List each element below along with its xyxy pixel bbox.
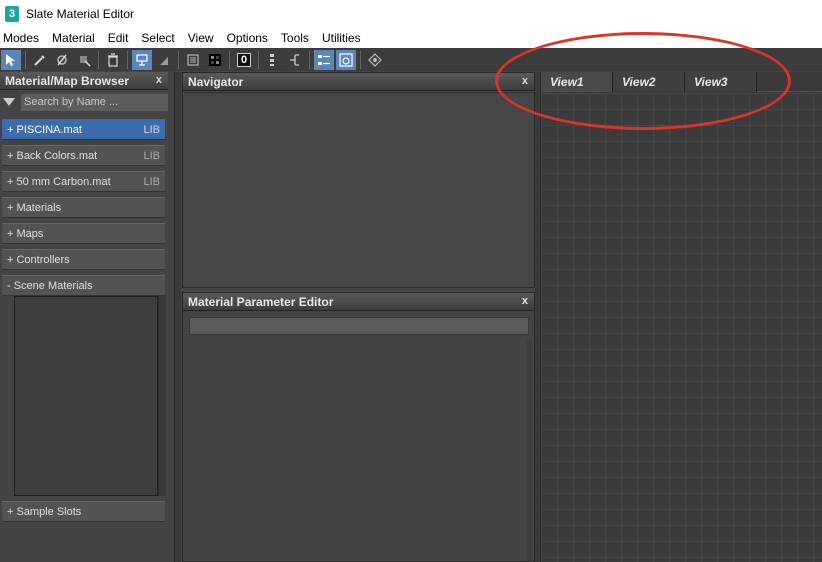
navigator-title: Navigator bbox=[188, 74, 244, 89]
menu-options[interactable]: Options bbox=[223, 31, 272, 45]
browser-title: Material/Map Browser bbox=[5, 73, 130, 88]
material-id-value: 0 bbox=[236, 52, 252, 67]
show-in-viewport-icon[interactable] bbox=[336, 49, 356, 70]
param-editor-title: Material Parameter Editor bbox=[188, 294, 334, 309]
browser-item-label: + Back Colors.mat bbox=[7, 149, 98, 162]
browser-header: Material/Map Browser x bbox=[0, 72, 168, 90]
scene-materials-scrollbar[interactable] bbox=[158, 296, 166, 496]
toolbar-separator bbox=[258, 50, 259, 69]
layout-children-icon[interactable] bbox=[285, 50, 305, 70]
move-children-icon[interactable] bbox=[132, 49, 152, 70]
material-parameter-editor: Material Parameter Editor x bbox=[182, 292, 535, 562]
toolbar-separator bbox=[178, 50, 179, 69]
lib-tag: LIB bbox=[143, 175, 160, 188]
material-name-field[interactable] bbox=[189, 317, 529, 335]
title-bar: 3 Slate Material Editor bbox=[0, 0, 822, 28]
toolbar-separator bbox=[25, 50, 26, 69]
menu-modes[interactable]: Modes bbox=[0, 31, 43, 45]
navigator-panel: Navigator x bbox=[182, 72, 535, 288]
browser-item-carbon[interactable]: + 50 mm Carbon.mat LIB bbox=[2, 171, 165, 192]
browser-item-sample-slots[interactable]: + Sample Slots bbox=[2, 501, 165, 522]
param-editor-header: Material Parameter Editor x bbox=[183, 293, 534, 311]
material-map-browser: Material/Map Browser x + PISCINA.mat LIB… bbox=[0, 72, 175, 562]
browser-close-icon[interactable]: x bbox=[156, 74, 162, 86]
view-area: View1 View2 View3 bbox=[540, 72, 822, 562]
browser-item-label: + 50 mm Carbon.mat bbox=[7, 175, 111, 188]
lib-tag: LIB bbox=[143, 123, 160, 136]
menu-material[interactable]: Material bbox=[48, 31, 99, 45]
layout-all-icon[interactable] bbox=[263, 50, 283, 70]
browser-item-label: + Sample Slots bbox=[7, 505, 82, 518]
delete-icon[interactable] bbox=[103, 50, 123, 70]
toolbar-separator bbox=[360, 50, 361, 69]
toolbar-separator bbox=[127, 50, 128, 69]
menu-view[interactable]: View bbox=[184, 31, 218, 45]
param-editor-close-icon[interactable]: x bbox=[522, 295, 528, 307]
search-row bbox=[0, 92, 168, 112]
browser-item-maps[interactable]: + Maps bbox=[2, 223, 165, 244]
browser-item-label: + PISCINA.mat bbox=[7, 123, 82, 136]
search-input[interactable] bbox=[21, 93, 168, 111]
nav-icon[interactable] bbox=[365, 50, 385, 70]
toolbar-separator bbox=[229, 50, 230, 69]
lib-tag: LIB bbox=[143, 149, 160, 162]
browser-item-materials[interactable]: + Materials bbox=[2, 197, 165, 218]
app-icon: 3 bbox=[5, 6, 19, 22]
show-map-icon[interactable] bbox=[314, 49, 334, 70]
browser-item-label: + Maps bbox=[7, 227, 44, 240]
checker-background-icon[interactable] bbox=[205, 50, 225, 70]
assign-material-icon[interactable] bbox=[74, 50, 94, 70]
material-id-icon[interactable]: 0 bbox=[234, 50, 254, 70]
browser-item-label: + Controllers bbox=[7, 253, 70, 266]
show-background-icon[interactable] bbox=[183, 50, 203, 70]
menu-edit[interactable]: Edit bbox=[104, 31, 133, 45]
toolbar-separator bbox=[309, 50, 310, 69]
browser-item-label: + Materials bbox=[7, 201, 62, 214]
browser-item-scene-materials[interactable]: - Scene Materials bbox=[2, 275, 165, 296]
select-arrow-icon[interactable] bbox=[1, 49, 21, 70]
menu-tools[interactable]: Tools bbox=[277, 31, 313, 45]
search-dropdown-icon[interactable] bbox=[3, 98, 15, 106]
menu-utilities[interactable]: Utilities bbox=[318, 31, 365, 45]
hide-unused-icon[interactable] bbox=[154, 50, 174, 70]
toolbar-separator bbox=[98, 50, 99, 69]
navigator-view[interactable] bbox=[184, 92, 533, 286]
pick-material-icon[interactable] bbox=[52, 50, 72, 70]
navigator-header: Navigator x bbox=[183, 73, 534, 91]
param-editor-scrollbar[interactable] bbox=[527, 341, 531, 561]
node-view-grid[interactable] bbox=[541, 93, 822, 562]
menu-select[interactable]: Select bbox=[137, 31, 178, 45]
eyedropper-icon[interactable] bbox=[30, 50, 50, 70]
window-title: Slate Material Editor bbox=[26, 7, 135, 21]
browser-item-back-colors[interactable]: + Back Colors.mat LIB bbox=[2, 145, 165, 166]
browser-item-piscina[interactable]: + PISCINA.mat LIB bbox=[2, 119, 165, 140]
browser-item-controllers[interactable]: + Controllers bbox=[2, 249, 165, 270]
annotation-ellipse bbox=[495, 32, 791, 130]
panel-divider[interactable] bbox=[175, 72, 181, 562]
browser-item-label: - Scene Materials bbox=[7, 279, 93, 292]
scene-materials-list[interactable] bbox=[14, 296, 158, 496]
